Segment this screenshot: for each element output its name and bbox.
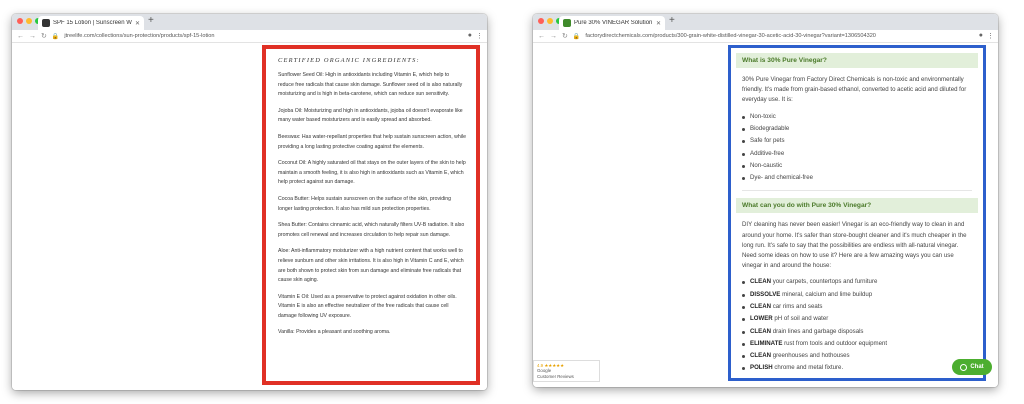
tab-title: Pure 30% VINEGAR Solution -: [574, 20, 653, 26]
ingredient-paragraph: Jojoba Oil: Moisturizing and high in ant…: [278, 107, 463, 124]
back-arrow-icon[interactable]: ←: [17, 33, 24, 40]
list-item: ELIMINATE rust from tools and outdoor eq…: [742, 338, 972, 350]
list-item: Biodegradable: [742, 123, 972, 135]
page-content: CERTIFIED ORGANIC INGREDIENTS: Sunflower…: [12, 43, 487, 390]
section-header: What can you do with Pure 30% Vinegar?: [736, 198, 978, 214]
close-tab-icon[interactable]: ✕: [656, 20, 661, 27]
list-item: POLISH chrome and metal fixture.: [742, 362, 972, 374]
list-item: Dye- and chemical-free: [742, 172, 972, 184]
ingredient-paragraph: Vanilla: Provides a pleasant and soothin…: [278, 329, 391, 336]
ingredients-highlight-box: CERTIFIED ORGANIC INGREDIENTS: Sunflower…: [262, 45, 480, 385]
ingredient-paragraph: Vitamin E Oil: Used as a preservative to…: [278, 293, 457, 319]
list-item: CLEAN greenhouses and hothouses: [742, 350, 972, 362]
close-window-button[interactable]: [17, 18, 23, 24]
ingredient-paragraph: Coconut Oil: A highly saturated oil that…: [278, 160, 466, 186]
new-tab-button[interactable]: +: [669, 15, 675, 26]
ingredient-paragraph: Shea Butter: Contains cinnamic acid, whi…: [278, 222, 465, 238]
list-item: Safe for pets: [742, 135, 972, 147]
ingredient-paragraph: Cocoa Butter: Helps sustain sunscreen on…: [278, 195, 452, 212]
address-bar[interactable]: jtreelife.com/collections/sun-protection…: [64, 33, 214, 39]
lock-icon: 🔒: [572, 33, 581, 40]
ingredients-heading: CERTIFIED ORGANIC INGREDIENTS:: [278, 57, 420, 64]
tab-title: SPF 15 Lotion | Sunscreen Wit: [53, 20, 132, 26]
properties-list: Non-toxic Biodegradable Safe for pets Ad…: [736, 111, 978, 185]
back-arrow-icon[interactable]: ←: [538, 33, 545, 40]
minimize-window-button[interactable]: [547, 18, 553, 24]
site-favicon-icon: [563, 19, 571, 27]
left-browser-window: SPF 15 Lotion | Sunscreen Wit ✕ + ← → ↻ …: [12, 14, 487, 390]
page-content: What is 30% Pure Vinegar? 30% Pure Vineg…: [533, 43, 998, 387]
review-label: Customer Reviews: [537, 373, 574, 379]
lock-icon: 🔒: [51, 33, 60, 40]
list-item: Non-toxic: [742, 111, 972, 123]
extension-icon[interactable]: ●: [468, 32, 472, 40]
right-browser-window: Pure 30% VINEGAR Solution - ✕ + ← → ↻ 🔒 …: [533, 14, 998, 387]
section-divider: [742, 190, 972, 192]
section-intro: DIY cleaning has never been easier! Vine…: [742, 221, 967, 270]
section-intro: 30% Pure Vinegar from Factory Direct Che…: [742, 76, 967, 104]
list-item: CLEAN car rims and seats: [742, 301, 972, 313]
uses-list: CLEAN your carpets, countertops and furn…: [736, 276, 978, 374]
chat-label: Chat: [970, 364, 984, 370]
menu-icon[interactable]: ⋮: [987, 32, 994, 40]
ingredient-paragraph: Beeswax: Has water-repellant properties …: [278, 133, 467, 150]
reload-icon[interactable]: ↻: [41, 32, 47, 40]
extension-icon[interactable]: ●: [979, 32, 983, 40]
close-tab-icon[interactable]: ✕: [135, 20, 140, 27]
list-item: LOWER pH of soil and water: [742, 313, 972, 325]
google-review-badge[interactable]: 4.9 ★★★★★ Google Customer Reviews: [533, 360, 600, 382]
list-item: Non-caustic: [742, 160, 972, 172]
browser-tab[interactable]: Pure 30% VINEGAR Solution - ✕: [559, 16, 665, 30]
forward-arrow-icon[interactable]: →: [29, 33, 36, 40]
site-favicon-icon: [42, 19, 50, 27]
address-bar[interactable]: factorydirectchemicals.com/products/300-…: [585, 33, 876, 39]
reload-icon[interactable]: ↻: [562, 32, 568, 40]
section-header: What is 30% Pure Vinegar?: [736, 53, 978, 68]
ingredient-paragraph: Aloe: Anti-inflammatory moisturizer with…: [278, 248, 464, 284]
new-tab-button[interactable]: +: [148, 15, 154, 26]
browser-toolbar: ← → ↻ 🔒 factorydirectchemicals.com/produ…: [533, 30, 998, 43]
list-item: CLEAN your carpets, countertops and furn…: [742, 276, 972, 288]
tab-bar: Pure 30% VINEGAR Solution - ✕ +: [533, 14, 998, 30]
ingredient-paragraph: Sunflower Seed Oil: High in antioxidants…: [278, 72, 463, 98]
chat-bubble-icon: [960, 363, 968, 371]
list-item: DISSOLVE mineral, calcium and lime build…: [742, 289, 972, 301]
tab-bar: SPF 15 Lotion | Sunscreen Wit ✕ +: [12, 14, 487, 30]
browser-toolbar: ← → ↻ 🔒 jtreelife.com/collections/sun-pr…: [12, 30, 487, 43]
browser-tab[interactable]: SPF 15 Lotion | Sunscreen Wit ✕: [38, 16, 144, 30]
menu-icon[interactable]: ⋮: [476, 32, 483, 40]
list-item: Additive-free: [742, 148, 972, 160]
forward-arrow-icon[interactable]: →: [550, 33, 557, 40]
close-window-button[interactable]: [538, 18, 544, 24]
chat-button[interactable]: Chat: [952, 359, 992, 375]
vinegar-highlight-box: What is 30% Pure Vinegar? 30% Pure Vineg…: [728, 45, 986, 381]
list-item: CLEAN drain lines and garbage disposals: [742, 326, 972, 338]
minimize-window-button[interactable]: [26, 18, 32, 24]
